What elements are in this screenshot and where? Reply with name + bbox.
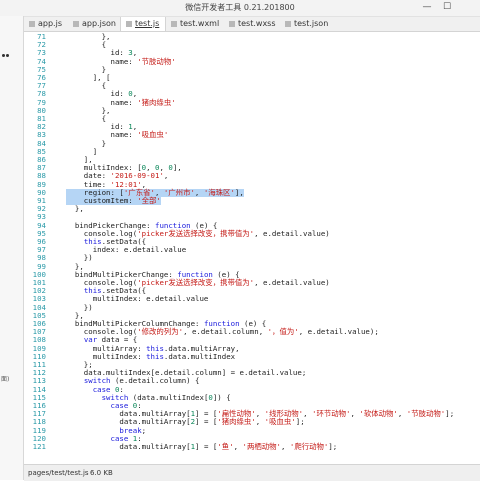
code-text: }, [66,204,84,214]
panel-dot-icon [6,54,9,57]
code-line[interactable]: 92 }, [24,204,480,214]
code-line[interactable]: 98 }) [24,254,480,262]
file-icon [126,20,132,27]
panel-dot-icon [2,54,5,57]
status-bar: pages/test/test.js 6.0 KB [24,464,480,481]
line-number: 121 [32,442,46,451]
file-icon [73,20,79,27]
code-line[interactable]: 104 }) [24,303,480,312]
code-editor[interactable]: 71 }, 72 {73 id: 3, 74 name: '节肢动物' 75 } 76 … [24,32,480,464]
file-icon [229,20,235,27]
tab-test-wxml[interactable]: test.wxml [166,17,222,31]
minimize-button[interactable]: — [420,1,434,14]
tab-test-js[interactable]: test.js [120,17,166,31]
file-icon [29,20,35,27]
code-text: data.multiArray[1] = ['鱼', '两栖动物', '爬行动物… [66,442,338,451]
file-icon [171,20,177,27]
window-title: 微信开发者工具 0.21.201800 [185,3,295,12]
left-panel: 面) [0,16,24,480]
panel-fragment-text: 面) [1,376,10,383]
tab-app-js[interactable]: app.js [24,17,66,31]
window-titlebar: 微信开发者工具 0.21.201800 — ☐ [0,0,480,17]
status-file-size: 6.0 KB [90,469,113,477]
code-line[interactable]: 91 customItem: '全部' [24,196,480,206]
code-line[interactable]: 121 data.multiArray[1] = ['鱼', '两栖动物', '… [24,442,480,451]
file-icon [285,20,291,27]
tab-test-wxss[interactable]: test.wxss [224,17,278,31]
maximize-button[interactable]: ☐ [440,1,454,14]
tab-test-json[interactable]: test.json [280,17,336,31]
editor-tab-bar: app.js app.json test.js test.wxml test.w… [24,17,480,32]
tab-app-json[interactable]: app.json [68,17,118,31]
status-file-path: pages/test/test.js [28,469,89,477]
